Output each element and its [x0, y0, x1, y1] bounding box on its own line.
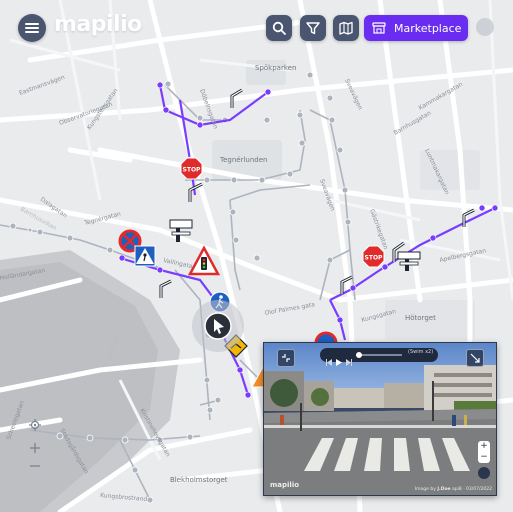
- svg-text:Tegnérlunden: Tegnérlunden: [219, 156, 267, 164]
- map-icon: [339, 21, 353, 35]
- filter-button[interactable]: [300, 15, 326, 41]
- compass-icon[interactable]: [478, 467, 490, 479]
- minus-icon: [30, 465, 40, 467]
- previous-icon[interactable]: [326, 351, 332, 370]
- sign-marker-stop-2[interactable]: STOP: [362, 245, 385, 268]
- store-icon: [372, 22, 386, 34]
- expand-icon: [470, 353, 480, 363]
- attribution-user[interactable]: J.Doe: [437, 487, 450, 492]
- search-icon: [272, 21, 286, 35]
- speed-label: (Swim x2): [408, 349, 434, 355]
- playback-slider[interactable]: [356, 352, 402, 358]
- search-button[interactable]: [266, 15, 292, 41]
- collapse-icon: [282, 354, 290, 362]
- svg-text:Hötorget: Hötorget: [405, 314, 436, 322]
- attribution-prefix: Image by: [414, 487, 436, 492]
- plus-icon: [30, 443, 40, 453]
- zoom-out-button[interactable]: [28, 459, 42, 473]
- attribution-date: api8 · 03/07/2022: [452, 487, 492, 492]
- playback-controls[interactable]: (Swim x2): [320, 348, 438, 366]
- user-avatar[interactable]: [476, 18, 494, 36]
- app-logo: mapilio: [54, 12, 142, 37]
- marketplace-button[interactable]: Marketplace: [364, 15, 468, 41]
- svg-text:STOP: STOP: [183, 167, 202, 174]
- current-position-marker[interactable]: [192, 300, 244, 352]
- viewer-zoom-out[interactable]: −: [478, 452, 490, 463]
- minimize-viewer-button[interactable]: [277, 349, 295, 367]
- sign-marker-stop-1[interactable]: STOP: [180, 157, 203, 180]
- svg-text:Spökparken: Spökparken: [255, 64, 296, 72]
- viewer-zoom-in[interactable]: +: [478, 441, 490, 452]
- sign-marker-pedestrian-crossing[interactable]: [134, 245, 156, 267]
- svg-text:Blekholmstorget: Blekholmstorget: [170, 476, 228, 484]
- filter-icon: [306, 22, 320, 35]
- svg-text:STOP: STOP: [365, 255, 384, 262]
- hamburger-icon: [25, 23, 39, 33]
- viewer-logo: mapilio: [270, 481, 300, 489]
- menu-button[interactable]: [18, 14, 46, 42]
- play-icon[interactable]: [336, 351, 342, 370]
- image-attribution[interactable]: Image by J.Doe api8 · 03/07/2022: [415, 487, 492, 492]
- street-photo[interactable]: [264, 343, 496, 495]
- locate-button[interactable]: [28, 418, 42, 432]
- viewer-zoom-controls[interactable]: + −: [478, 441, 490, 463]
- image-viewer-panel[interactable]: (Swim x2) + − mapilio Image by J.Doe api…: [263, 342, 497, 496]
- locate-icon: [29, 419, 41, 431]
- next-icon[interactable]: [346, 351, 352, 370]
- expand-viewer-button[interactable]: [466, 349, 484, 367]
- marketplace-label: Marketplace: [394, 21, 462, 35]
- map-layers-button[interactable]: [333, 15, 359, 41]
- slider-handle[interactable]: [356, 352, 362, 358]
- zoom-in-button[interactable]: [28, 441, 42, 455]
